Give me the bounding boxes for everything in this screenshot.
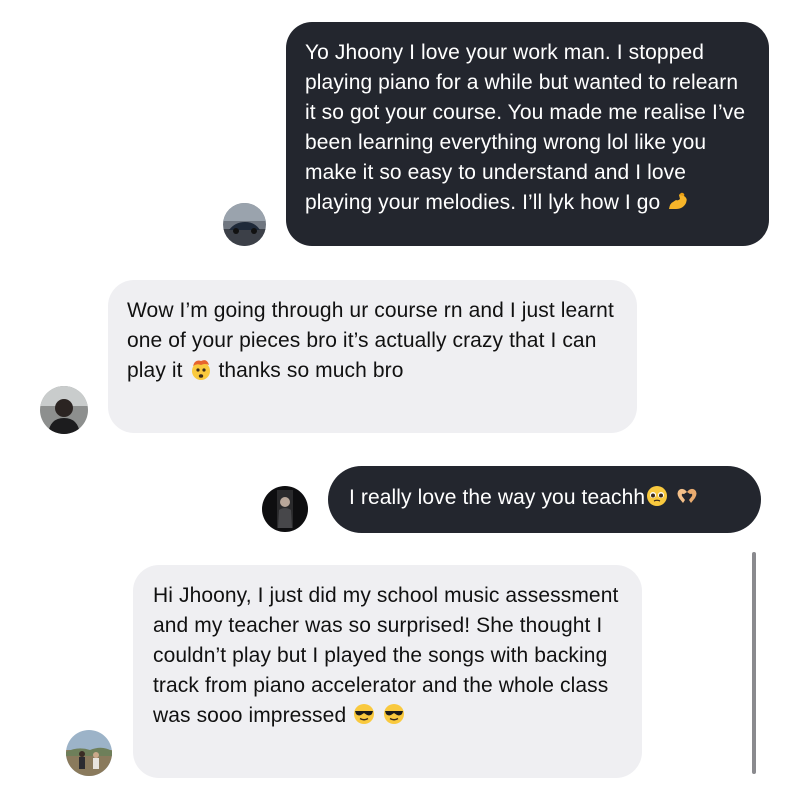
message-text-continued: thanks so much bro xyxy=(218,359,404,382)
sender-avatar[interactable] xyxy=(40,386,88,434)
person-photo-icon xyxy=(262,486,308,532)
vertical-scrollbar[interactable] xyxy=(752,552,756,774)
flexed-biceps-icon xyxy=(666,189,690,213)
exploding-head-icon xyxy=(189,357,213,381)
sunglasses-face-icon xyxy=(352,702,376,726)
message-bubble-outgoing[interactable]: I really love the way you teachh xyxy=(328,466,761,533)
message-text: I really love the way you teachh xyxy=(349,486,646,509)
person-photo-icon xyxy=(40,386,88,434)
message-bubble-incoming[interactable]: Wow I’m going through ur course rn and I… xyxy=(108,280,637,433)
car-photo-icon xyxy=(223,203,266,246)
sender-avatar[interactable] xyxy=(223,203,266,246)
people-outdoor-photo-icon xyxy=(66,730,112,776)
sender-avatar[interactable] xyxy=(262,486,308,532)
message-bubble-incoming[interactable]: Hi Jhoony, I just did my school music as… xyxy=(133,565,642,778)
message-bubble-outgoing[interactable]: Yo Jhoony I love your work man. I stoppe… xyxy=(286,22,769,246)
sender-avatar[interactable] xyxy=(66,730,112,776)
pleading-face-icon xyxy=(645,484,669,508)
sunglasses-face-icon xyxy=(382,702,406,726)
heart-hands-icon xyxy=(675,484,699,508)
